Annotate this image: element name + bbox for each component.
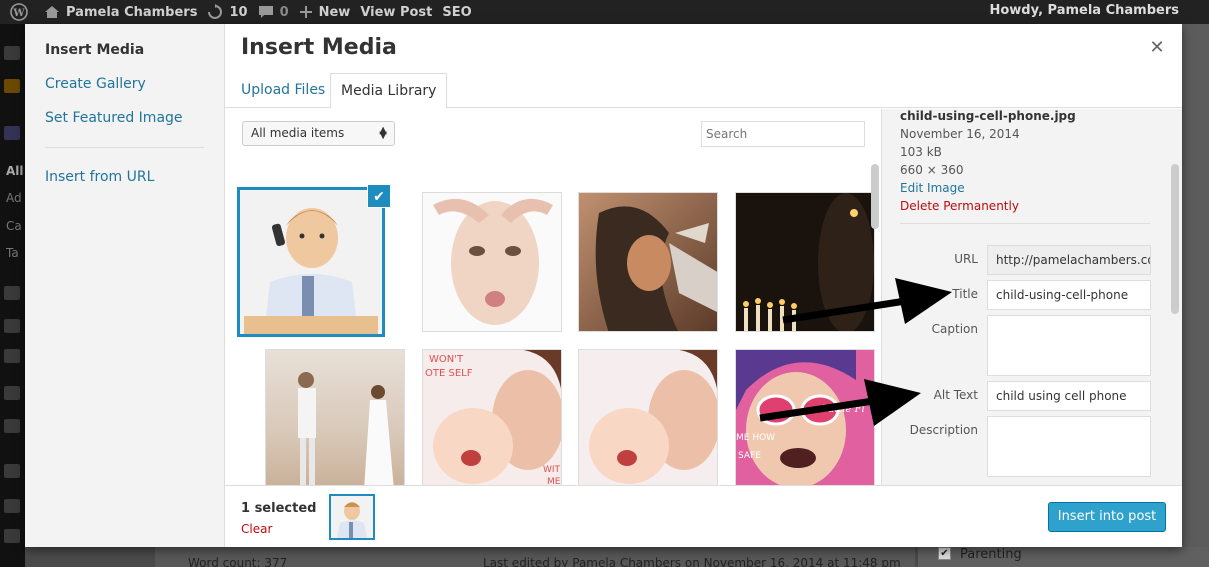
title-field[interactable]: child-using-cell-phone (987, 280, 1151, 310)
attachment-dimensions: 660 × 360 (900, 163, 964, 177)
description-field[interactable] (987, 416, 1151, 477)
plus-icon (299, 6, 312, 18)
media-filter-select[interactable]: All media items ▲ ▼ (242, 121, 395, 146)
thumbnail-child-phone[interactable] (237, 187, 385, 337)
word-count: Word count: 377 (188, 556, 288, 567)
select-arrows-icon: ▲ ▼ (379, 125, 387, 141)
thumbnail-woman-face[interactable] (422, 192, 562, 332)
sidebar-label-categories[interactable]: Ca (6, 219, 22, 233)
user-icon[interactable] (4, 529, 20, 543)
media-icon[interactable] (4, 286, 20, 300)
thumbnail-mother-baby[interactable] (578, 349, 718, 485)
sidebar-label-tags[interactable]: Ta (6, 246, 19, 260)
menu-insert-from-url[interactable]: Insert from URL (45, 169, 154, 185)
edit-image-link[interactable]: Edit Image (900, 181, 965, 195)
admin-bar-site-name[interactable]: Pamela Chambers (44, 5, 197, 20)
caption-label: Caption (931, 322, 978, 336)
plugin-icon[interactable] (4, 79, 20, 93)
sidebar-label-all[interactable]: All (6, 164, 24, 178)
dashboard-icon[interactable] (4, 46, 20, 60)
thumbnail-native-couple[interactable] (578, 192, 718, 332)
admin-bar-seo[interactable]: SEO (442, 5, 471, 20)
modal-title: Insert Media (241, 35, 397, 60)
svg-text:W: W (12, 8, 25, 19)
thumb-text-4: ME (547, 477, 561, 485)
selection-count: 1 selected (241, 501, 317, 516)
url-label: URL (954, 252, 978, 266)
grid-scrollbar[interactable] (871, 164, 879, 229)
admin-bar-new[interactable]: New (299, 5, 350, 20)
thumb-text-3: WIT (543, 465, 561, 475)
tab-media-library[interactable]: Media Library (330, 73, 448, 109)
menu-create-gallery[interactable]: Create Gallery (45, 76, 146, 92)
tools-icon[interactable] (4, 464, 20, 478)
admin-bar-howdy[interactable]: Howdy, Pamela Chambers (989, 3, 1179, 18)
media-menu: Insert Media Create Gallery Set Featured… (25, 24, 225, 547)
admin-bar-comments[interactable]: 0 (258, 5, 289, 20)
thumbnail-girl-sunglasses[interactable]: Pattie Fi ME HOW SAFE (735, 349, 875, 485)
refresh-icon (208, 4, 223, 19)
attachment-details: child-using-cell-phone.jpg November 16, … (881, 109, 1182, 485)
details-separator (900, 223, 1150, 224)
insert-media-modal: Insert Media Create Gallery Set Featured… (25, 24, 1182, 547)
media-toolbar: All media items ▲ ▼ (225, 109, 881, 159)
wordpress-logo-icon[interactable]: W (10, 3, 34, 21)
pages-icon[interactable] (4, 319, 20, 333)
attachment-date: November 16, 2014 (900, 127, 1020, 141)
editor-footer: Word count: 377 Last edited by Pamela Ch… (155, 547, 915, 567)
attachment-size: 103 kB (900, 145, 942, 159)
admin-sidebar: All Ad Ca Ta (0, 24, 25, 567)
title-label: Title (952, 287, 978, 301)
admin-bar-updates[interactable]: 10 (207, 4, 248, 20)
description-label: Description (909, 423, 978, 437)
admin-bar: W Pamela Chambers 10 0 New View Post SEO… (0, 0, 1209, 24)
home-icon (45, 6, 59, 18)
pin-icon[interactable] (4, 419, 20, 433)
tab-upload-files[interactable]: Upload Files (231, 73, 335, 108)
thumb-text-2: OTE SELF (425, 368, 473, 379)
pin-icon[interactable] (4, 126, 20, 140)
media-grid: ✔ WON'T OTE SELF WIT ME Pattie Fi ME HOW SAFE (225, 159, 881, 485)
thumb-text-1: WON'T (429, 354, 464, 365)
thumb-text-6: ME HOW (736, 433, 775, 443)
comments-icon[interactable] (4, 349, 20, 363)
sidebar-label-add[interactable]: Ad (6, 191, 22, 205)
delete-permanently-link[interactable]: Delete Permanently (900, 199, 1019, 213)
thumbnail-candles[interactable] (735, 192, 875, 332)
thumbnail-wedding-beach[interactable] (265, 349, 405, 485)
thumbnail-mother-baby-text[interactable]: WON'T OTE SELF WIT ME (422, 349, 562, 485)
menu-set-featured-image[interactable]: Set Featured Image (45, 110, 183, 126)
attachment-filename: child-using-cell-phone.jpg (900, 109, 1076, 123)
category-label: Parenting (960, 547, 1022, 562)
thumb-text-5: Pattie Fi (821, 404, 865, 415)
selected-check-icon[interactable]: ✔ (367, 184, 391, 208)
admin-right-column (1182, 24, 1209, 567)
media-footer: 1 selected Clear Insert into post (225, 485, 1182, 547)
alt-text-label: Alt Text (933, 388, 978, 402)
media-search-input[interactable] (701, 121, 865, 147)
caption-field[interactable] (987, 315, 1151, 376)
menu-separator (45, 147, 204, 148)
alt-text-field[interactable]: child using cell phone (987, 381, 1151, 411)
wrench-icon[interactable] (4, 499, 20, 513)
insert-into-post-button[interactable]: Insert into post (1048, 502, 1166, 532)
close-icon[interactable]: ✕ (1147, 38, 1167, 58)
media-tabs: Upload Files Media Library (225, 73, 1182, 109)
last-edited: Last edited by Pamela Chambers on Novemb… (483, 556, 901, 567)
clear-selection-link[interactable]: Clear (241, 522, 272, 536)
url-field[interactable]: http://pamelachambers.com (987, 245, 1151, 275)
pin-icon[interactable] (4, 386, 20, 400)
thumb-text-7: SAFE (738, 451, 761, 461)
category-checkbox[interactable]: ✔ (938, 547, 951, 560)
selection-thumbnail[interactable] (329, 494, 375, 540)
admin-bar-view-post[interactable]: View Post (360, 5, 432, 20)
menu-insert-media[interactable]: Insert Media (45, 42, 144, 58)
comment-icon (258, 6, 273, 18)
details-scrollbar[interactable] (1171, 164, 1179, 314)
category-box: ✔ Parenting (918, 547, 1209, 567)
